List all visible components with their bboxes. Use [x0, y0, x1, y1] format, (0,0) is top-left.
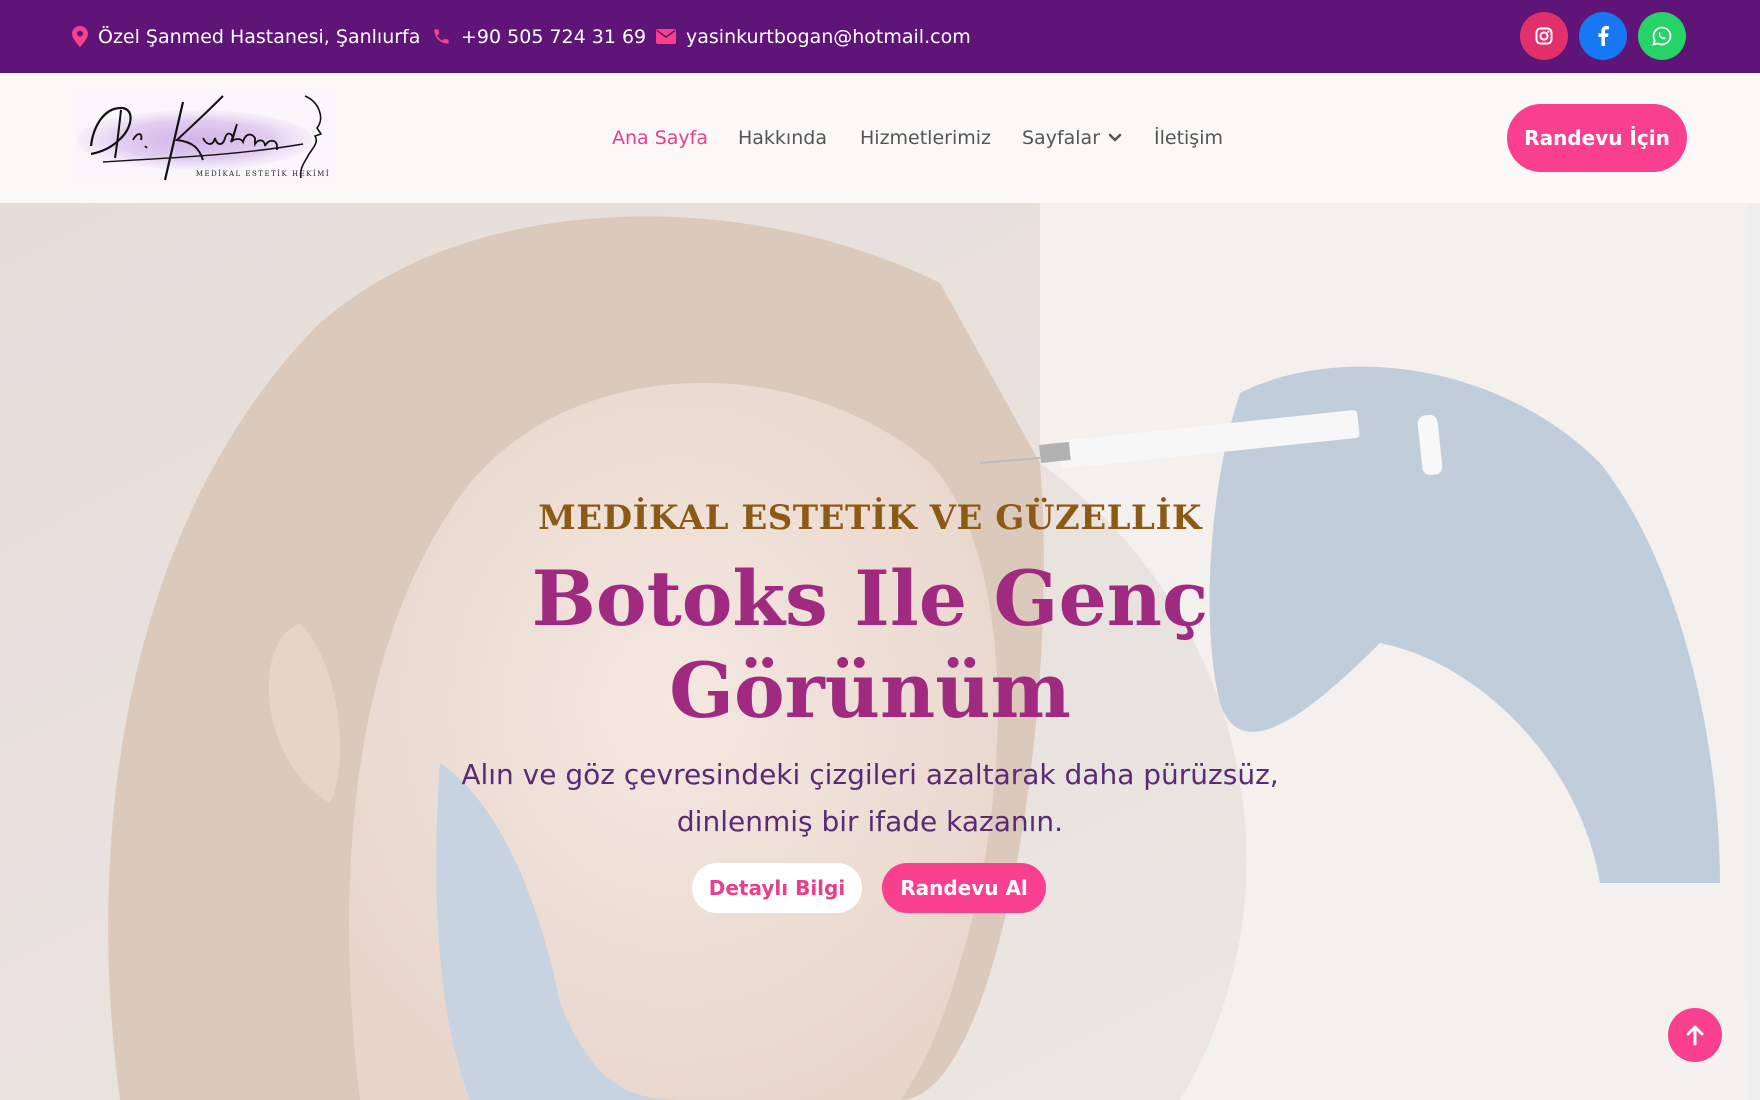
- nav-iletisim[interactable]: İletişim: [1154, 73, 1223, 203]
- more-info-button[interactable]: Detaylı Bilgi: [692, 863, 862, 913]
- logo-subtitle: MEDİKAL ESTETİK HEKİMİ: [196, 169, 330, 178]
- email-info[interactable]: yasinkurtbogan@hotmail.com: [656, 0, 971, 73]
- main-navbar: MEDİKAL ESTETİK HEKİMİ Ana Sayfa Hakkınd…: [0, 73, 1760, 203]
- hero-subtitle-line2: dinlenmiş bir ifade kazanın.: [676, 805, 1064, 838]
- address-info: Özel Şanmed Hastanesi, Şanlıurfa: [72, 0, 420, 73]
- map-pin-icon: [72, 26, 88, 47]
- top-bar: Özel Şanmed Hastanesi, Şanlıurfa +90 505…: [0, 0, 1760, 73]
- hero-title-line2: Görünüm: [669, 646, 1071, 735]
- hero-section: MEDİKAL ESTETİK VE GÜZELLİK Botoks Ile G…: [0, 203, 1760, 1100]
- chevron-down-icon: [1108, 133, 1122, 142]
- whatsapp-icon: [1652, 26, 1672, 46]
- appointment-button[interactable]: Randevu İçin: [1507, 104, 1687, 172]
- nav-ana-sayfa[interactable]: Ana Sayfa: [612, 73, 708, 203]
- email-text[interactable]: yasinkurtbogan@hotmail.com: [686, 26, 971, 48]
- envelope-icon: [656, 29, 676, 44]
- phone-info[interactable]: +90 505 724 31 69: [432, 0, 646, 73]
- make-appointment-button[interactable]: Randevu Al: [882, 863, 1046, 913]
- phone-text[interactable]: +90 505 724 31 69: [461, 26, 646, 48]
- nav-hizmetlerimiz[interactable]: Hizmetlerimiz: [860, 73, 991, 203]
- hero-subtitle-line1: Alın ve göz çevresindeki çizgileri azalt…: [461, 758, 1279, 791]
- nav-hakkinda[interactable]: Hakkında: [738, 73, 827, 203]
- address-text: Özel Şanmed Hastanesi, Şanlıurfa: [98, 25, 421, 48]
- hero-scrollbar[interactable]: [1748, 203, 1760, 1100]
- whatsapp-button[interactable]: [1638, 12, 1686, 60]
- logo-graphic: MEDİKAL ESTETİK HEKİMİ: [73, 88, 335, 188]
- instagram-icon: [1535, 27, 1553, 45]
- hero-subtitle: Alın ve göz çevresindeki çizgileri azalt…: [460, 751, 1280, 845]
- instagram-button[interactable]: [1520, 12, 1568, 60]
- scroll-to-top-button[interactable]: [1668, 1008, 1722, 1062]
- hero-eyebrow: MEDİKAL ESTETİK VE GÜZELLİK: [538, 498, 1202, 538]
- logo[interactable]: MEDİKAL ESTETİK HEKİMİ: [73, 88, 335, 188]
- nav-sayfalar[interactable]: Sayfalar: [1022, 73, 1122, 203]
- phone-icon: [434, 29, 449, 44]
- hero-title-line1: Botoks Ile Genç: [531, 554, 1209, 643]
- facebook-icon: [1598, 26, 1609, 46]
- facebook-button[interactable]: [1579, 12, 1627, 60]
- hero-title: Botoks Ile Genç Görünüm: [480, 553, 1260, 737]
- nav-sayfalar-label: Sayfalar: [1022, 127, 1101, 149]
- arrow-up-icon: [1686, 1025, 1704, 1046]
